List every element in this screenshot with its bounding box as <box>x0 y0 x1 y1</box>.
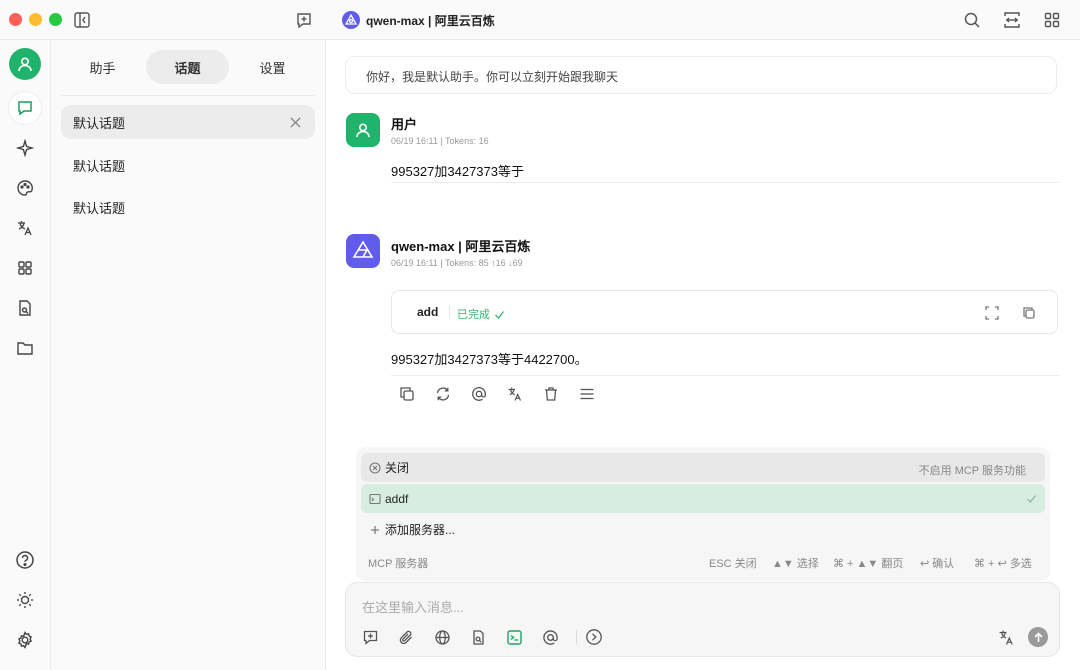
topic-label: 默认话题 <box>73 115 126 131</box>
shortcut-select: ▲▼ 选择 <box>772 558 819 570</box>
check-icon <box>495 310 505 319</box>
tool-name: add <box>417 305 439 319</box>
message-meta: 06/19 16:11 | Tokens: 16 <box>391 136 489 146</box>
shortcut-multi: ⌘ + ↩ 多选 <box>974 558 1032 570</box>
user-avatar[interactable] <box>9 48 41 80</box>
tab-topics[interactable]: 话题 <box>146 50 229 84</box>
terminal-icon <box>368 492 381 505</box>
more-menu-icon[interactable] <box>577 384 597 404</box>
shortcut-close: ESC 关闭 <box>709 558 757 570</box>
message-divider <box>391 182 1059 183</box>
message-input-box[interactable]: 在这里输入消息... <box>345 582 1060 657</box>
fit-width-icon[interactable] <box>1001 9 1023 31</box>
message-text: 995327加3427373等于4422700。 <box>391 352 588 367</box>
help-icon[interactable] <box>9 544 41 576</box>
mcp-footer: MCP 服务器 ESC 关闭 ▲▼ 选择 ⌘ + ▲▼ 翻页 ↩ 确认 ⌘ + … <box>368 555 1038 571</box>
tool-divider <box>449 306 450 319</box>
window-title: qwen-max | 阿里云百炼 <box>366 14 495 28</box>
chat-nav-icon[interactable] <box>9 92 41 124</box>
new-topic-icon[interactable] <box>293 9 315 31</box>
agents-sparkle-icon[interactable] <box>9 132 41 164</box>
new-topic-icon[interactable] <box>360 627 380 647</box>
maximize-window-button[interactable] <box>49 13 62 26</box>
tool-status: 已完成 <box>457 306 505 322</box>
attachment-paperclip-icon[interactable] <box>396 627 416 647</box>
expand-icon[interactable] <box>983 304 1001 322</box>
greeting-message: 你好，我是默认助手。你可以立刻开始跟我聊天 <box>345 56 1057 94</box>
message-author: 用户 <box>391 117 418 132</box>
mcp-item-hint: 不启用 MCP 服务功能 <box>918 465 1026 477</box>
panel-divider <box>61 95 315 96</box>
close-circle-icon <box>368 461 381 474</box>
expand-arrow-icon[interactable] <box>584 627 604 647</box>
check-icon <box>1025 492 1038 505</box>
tool-call-card[interactable]: add 已完成 <box>391 290 1058 334</box>
panel-tabs: 助手 话题 设置 <box>61 50 315 84</box>
mini-apps-icon[interactable] <box>9 252 41 284</box>
shortcut-page: ⌘ + ▲▼ 翻页 <box>833 558 904 570</box>
minimize-window-button[interactable] <box>29 13 42 26</box>
topic-item[interactable]: 默认话题 <box>61 105 315 139</box>
folder-icon[interactable] <box>9 332 41 364</box>
topic-item[interactable]: 默认话题 <box>61 148 315 182</box>
topic-item[interactable]: 默认话题 <box>61 190 315 224</box>
close-window-button[interactable] <box>9 13 22 26</box>
topic-label: 默认话题 <box>73 200 126 216</box>
sidebar-toggle-icon[interactable] <box>71 9 93 31</box>
translate-icon[interactable] <box>505 384 525 404</box>
nav-rail <box>0 40 51 670</box>
topics-panel: 助手 话题 设置 默认话题 默认话题 默认话题 <box>51 40 326 670</box>
toolbar-divider <box>576 630 577 644</box>
title-bar: qwen-max | 阿里云百炼 <box>0 0 1080 40</box>
message-author: qwen-max | 阿里云百炼 <box>391 239 531 254</box>
mcp-item-label: 添加服务器... <box>385 523 456 537</box>
mcp-server-menu: 关闭 不启用 MCP 服务功能 addf 添加服务器... MCP 服务器 ES… <box>356 447 1050 581</box>
user-avatar-icon <box>346 113 380 147</box>
message-input[interactable]: 在这里输入消息... <box>362 597 464 616</box>
apps-grid-icon[interactable] <box>1041 9 1063 31</box>
knowledge-file-icon[interactable] <box>9 292 41 324</box>
chat-area: 你好，我是默认助手。你可以立刻开始跟我聊天 用户 06/19 16:11 | T… <box>327 40 1080 670</box>
send-button[interactable] <box>1028 627 1048 647</box>
copy-icon[interactable] <box>397 384 417 404</box>
mention-model-icon[interactable] <box>540 627 560 647</box>
mcp-item-disable[interactable]: 关闭 不启用 MCP 服务功能 <box>361 453 1045 482</box>
tool-status-label: 已完成 <box>457 309 490 321</box>
app-window: qwen-max | 阿里云百炼 助手 话题 设置 默认话题 默认话题 默认话题… <box>0 0 1080 670</box>
mcp-item-add-server[interactable]: 添加服务器... <box>361 515 1045 544</box>
message-divider <box>391 375 1059 376</box>
tab-settings[interactable]: 设置 <box>231 50 314 84</box>
mcp-item-label: addf <box>385 491 409 506</box>
topic-label: 默认话题 <box>73 158 126 174</box>
translate-icon[interactable] <box>9 212 41 244</box>
translate-icon[interactable] <box>996 627 1016 647</box>
model-logo-icon <box>342 11 360 29</box>
mcp-terminal-icon[interactable] <box>504 627 524 647</box>
search-icon[interactable] <box>961 9 983 31</box>
close-icon[interactable] <box>287 114 303 130</box>
mcp-item-label: 关闭 <box>385 461 410 475</box>
mcp-item-addf[interactable]: addf <box>361 484 1045 513</box>
mention-icon[interactable] <box>469 384 489 404</box>
theme-toggle-icon[interactable] <box>9 584 41 616</box>
settings-gear-icon[interactable] <box>9 624 41 656</box>
message-meta: 06/19 16:11 | Tokens: 85 ↑16 ↓69 <box>391 258 523 268</box>
qwen-logo-icon <box>346 234 380 268</box>
paint-palette-icon[interactable] <box>9 172 41 204</box>
copy-icon[interactable] <box>1020 304 1038 322</box>
tab-assistants[interactable]: 助手 <box>61 50 144 84</box>
knowledge-file-icon[interactable] <box>468 627 488 647</box>
web-search-globe-icon[interactable] <box>432 627 452 647</box>
regenerate-icon[interactable] <box>433 384 453 404</box>
plus-icon <box>368 523 381 536</box>
message-text: 995327加3427373等于 <box>391 164 524 179</box>
shortcut-confirm: ↩ 确认 <box>920 558 955 570</box>
mcp-footer-title: MCP 服务器 <box>368 558 429 570</box>
delete-trash-icon[interactable] <box>541 384 561 404</box>
